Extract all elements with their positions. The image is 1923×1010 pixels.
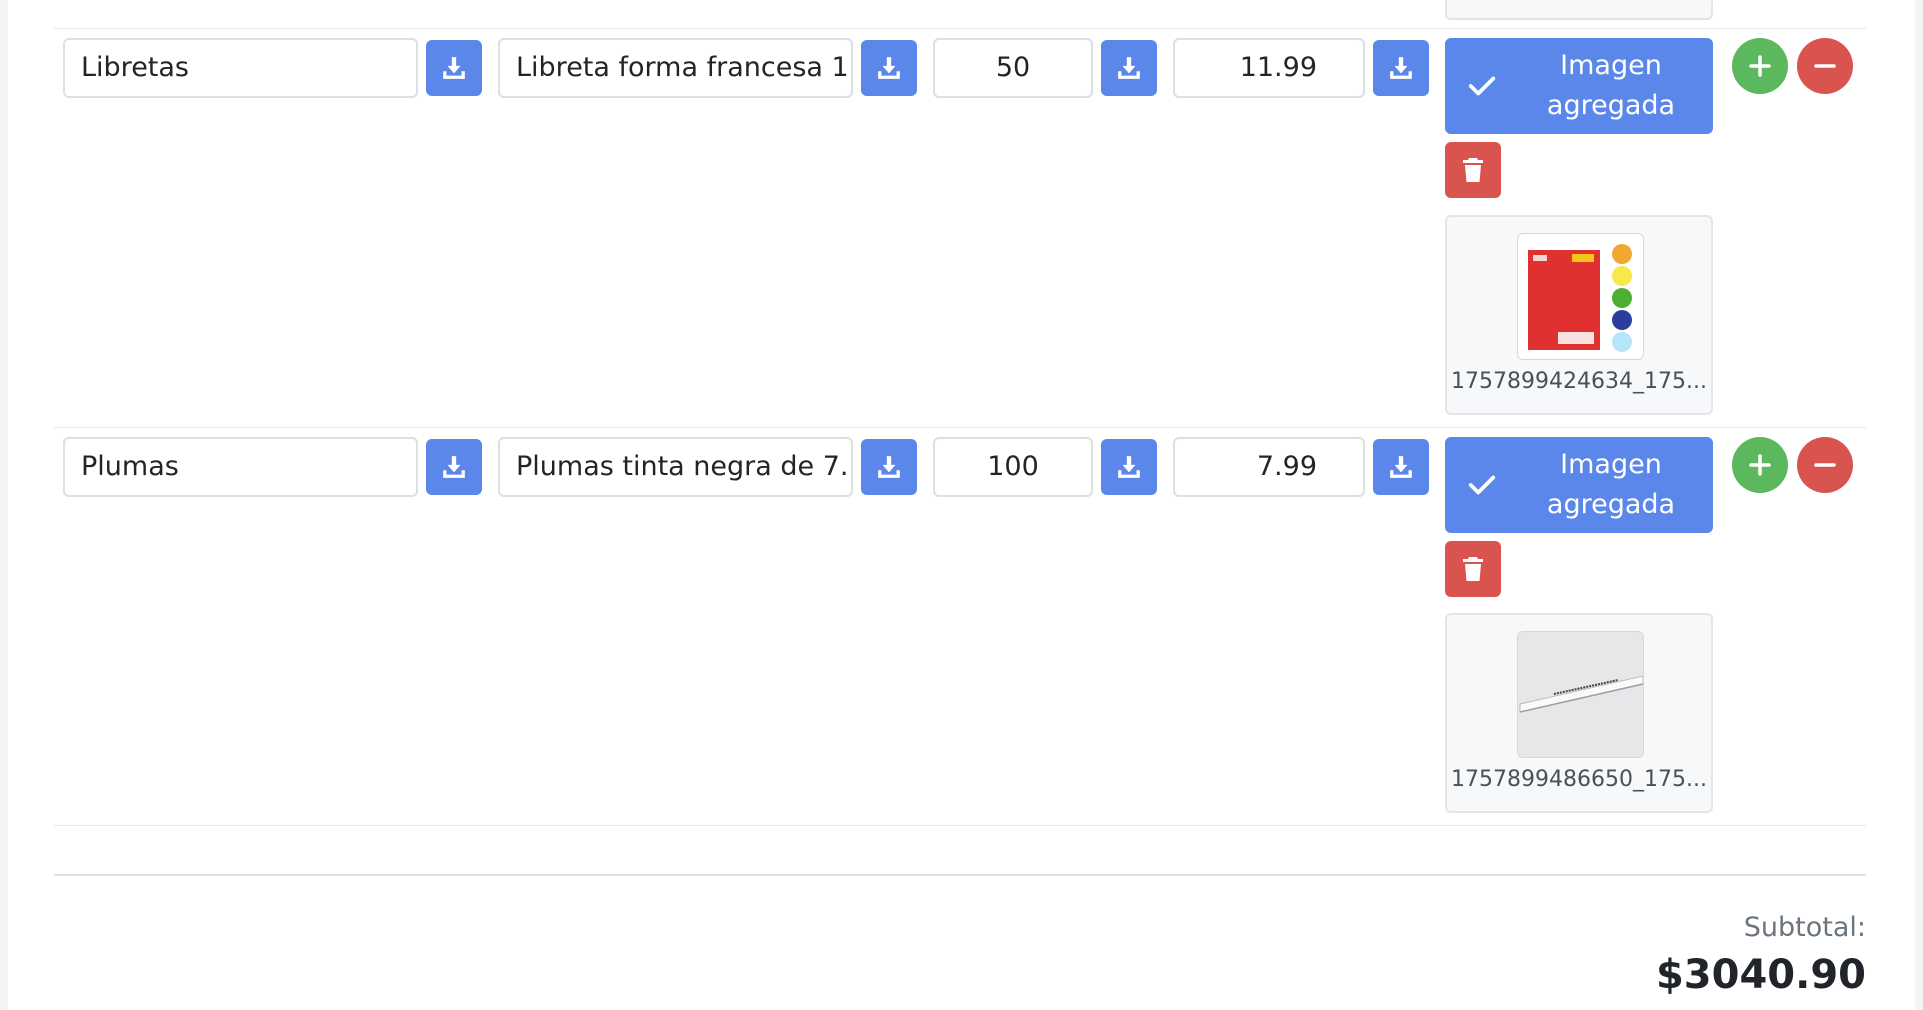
- image-preview-card: 1757899424634_175...: [1445, 215, 1713, 415]
- description-field[interactable]: Libreta forma francesa 1...: [498, 38, 853, 98]
- category-field[interactable]: Plumas: [63, 437, 418, 497]
- description-download-button[interactable]: [861, 40, 917, 96]
- delete-image-button[interactable]: [1445, 541, 1501, 597]
- download-icon: [1390, 456, 1412, 478]
- trash-icon: [1463, 557, 1483, 581]
- price-field[interactable]: 7.99: [1173, 437, 1365, 497]
- description-field[interactable]: Plumas tinta negra de 7...: [498, 437, 853, 497]
- row-divider: [54, 427, 1866, 428]
- quantity-download-button[interactable]: [1101, 40, 1157, 96]
- image-added-button[interactable]: Imagen agregada: [1445, 437, 1713, 533]
- trash-icon: [1463, 158, 1483, 182]
- image-preview-card: 1757899486650_175...: [1445, 613, 1713, 813]
- download-icon: [1118, 456, 1140, 478]
- page-edge-right: [1915, 0, 1923, 1010]
- add-row-button[interactable]: [1732, 437, 1788, 493]
- quantity-field[interactable]: 50: [933, 38, 1093, 98]
- price-download-button[interactable]: [1373, 439, 1429, 495]
- minus-icon: [1814, 463, 1836, 467]
- quantity-download-button[interactable]: [1101, 439, 1157, 495]
- category-download-button[interactable]: [426, 40, 482, 96]
- download-icon: [878, 456, 900, 478]
- remove-row-button[interactable]: [1797, 38, 1853, 94]
- pen-thumbnail[interactable]: [1517, 631, 1644, 758]
- remove-row-button[interactable]: [1797, 437, 1853, 493]
- download-icon: [1118, 57, 1140, 79]
- image-added-label: Imagen agregada: [1546, 50, 1676, 121]
- category-download-button[interactable]: [426, 439, 482, 495]
- row-divider: [54, 28, 1866, 29]
- notebook-thumbnail[interactable]: [1517, 233, 1644, 360]
- page-edge-left: [0, 0, 8, 1010]
- notebook-image: [1528, 244, 1632, 352]
- quantity-field[interactable]: 100: [933, 437, 1093, 497]
- price-field[interactable]: 11.99: [1173, 38, 1365, 98]
- check-icon: [1445, 470, 1519, 500]
- pen-image: [1518, 632, 1643, 757]
- price-download-button[interactable]: [1373, 40, 1429, 96]
- download-icon: [443, 456, 465, 478]
- subtotal-label: Subtotal:: [1743, 912, 1866, 943]
- summary-divider: [54, 874, 1866, 876]
- image-filename: 1757899424634_175...: [1451, 369, 1707, 394]
- previous-image-card: [1445, 0, 1713, 20]
- image-added-button[interactable]: Imagen agregada: [1445, 38, 1713, 134]
- plus-icon: [1749, 55, 1771, 77]
- delete-image-button[interactable]: [1445, 142, 1501, 198]
- plus-icon: [1749, 454, 1771, 476]
- image-filename: 1757899486650_175...: [1451, 767, 1707, 792]
- description-download-button[interactable]: [861, 439, 917, 495]
- subtotal-value: $3040.90: [1655, 952, 1866, 998]
- row-divider: [54, 825, 1866, 826]
- image-added-label: Imagen agregada: [1546, 449, 1676, 520]
- check-icon: [1445, 71, 1519, 101]
- minus-icon: [1814, 64, 1836, 68]
- download-icon: [1390, 57, 1412, 79]
- category-field[interactable]: Libretas: [63, 38, 418, 98]
- download-icon: [878, 57, 900, 79]
- download-icon: [443, 57, 465, 79]
- add-row-button[interactable]: [1732, 38, 1788, 94]
